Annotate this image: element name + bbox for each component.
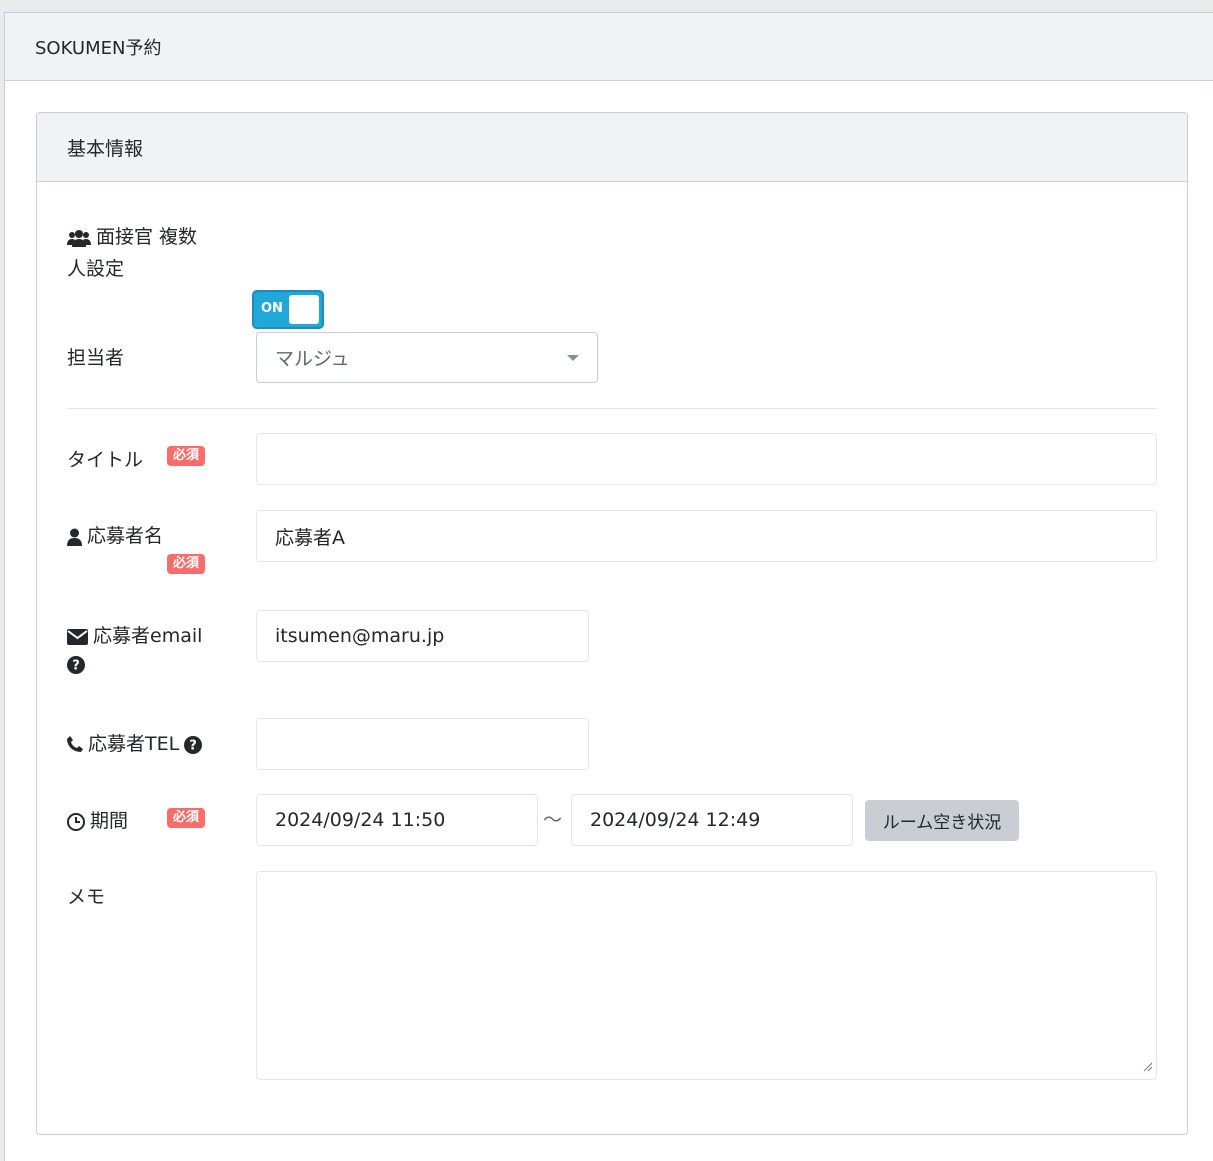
svg-text:?: ? xyxy=(72,659,80,674)
envelope-icon xyxy=(67,620,93,652)
period-label: 期間 xyxy=(67,805,128,837)
required-badge: 必須 xyxy=(167,554,206,574)
main-panel: SOKUMEN予約 基本情報 面接官 複数 人設定 ON 担当者 マルジュ タイ… xyxy=(4,12,1213,1161)
required-badge: 必須 xyxy=(167,808,206,828)
users-icon xyxy=(67,221,96,253)
card-header: 基本情報 xyxy=(37,113,1187,182)
basic-info-card: 基本情報 面接官 複数 人設定 ON 担当者 マルジュ タイトル 必須 応募者名… xyxy=(36,112,1188,1135)
memo-textarea[interactable] xyxy=(256,871,1157,1080)
required-badge: 必須 xyxy=(167,446,206,466)
multi-interviewer-label: 面接官 複数 人設定 xyxy=(67,221,227,285)
user-icon xyxy=(67,520,87,552)
multi-interviewer-toggle[interactable]: ON xyxy=(252,290,324,329)
divider xyxy=(67,408,1157,409)
assignee-select[interactable]: マルジュ xyxy=(256,332,598,383)
help-icon[interactable]: ? xyxy=(184,728,207,760)
applicant-tel-label: 応募者TEL ? xyxy=(67,728,207,760)
clock-icon xyxy=(67,805,90,837)
phone-icon xyxy=(67,728,88,760)
resize-handle-icon[interactable] xyxy=(1143,1057,1153,1076)
memo-label: メモ xyxy=(67,886,106,908)
title-label: タイトル xyxy=(67,449,144,471)
assignee-selected-value: マルジュ xyxy=(275,348,350,370)
page-header: SOKUMEN予約 xyxy=(5,13,1213,81)
chevron-down-icon xyxy=(567,354,579,361)
page-title: SOKUMEN予約 xyxy=(35,37,162,59)
period-separator: ～ xyxy=(543,809,563,831)
applicant-name-input[interactable]: 応募者A xyxy=(256,510,1157,562)
toggle-knob xyxy=(289,295,319,324)
svg-text:?: ? xyxy=(189,738,197,753)
assignee-label: 担当者 xyxy=(67,347,125,369)
card-title: 基本情報 xyxy=(67,137,144,160)
applicant-tel-input[interactable] xyxy=(256,718,589,770)
period-end-input[interactable]: 2024/09/24 12:49 xyxy=(571,794,853,846)
applicant-name-label: 応募者名 xyxy=(67,520,163,552)
applicant-email-label: 応募者email ? xyxy=(67,620,227,678)
period-start-input[interactable]: 2024/09/24 11:50 xyxy=(256,794,538,846)
applicant-email-input[interactable]: itsumen@maru.jp xyxy=(256,610,589,662)
toggle-on-label: ON xyxy=(261,301,283,316)
help-icon[interactable]: ? xyxy=(67,656,227,678)
title-input[interactable] xyxy=(256,433,1157,485)
room-availability-button[interactable]: ルーム空き状況 xyxy=(865,800,1019,841)
